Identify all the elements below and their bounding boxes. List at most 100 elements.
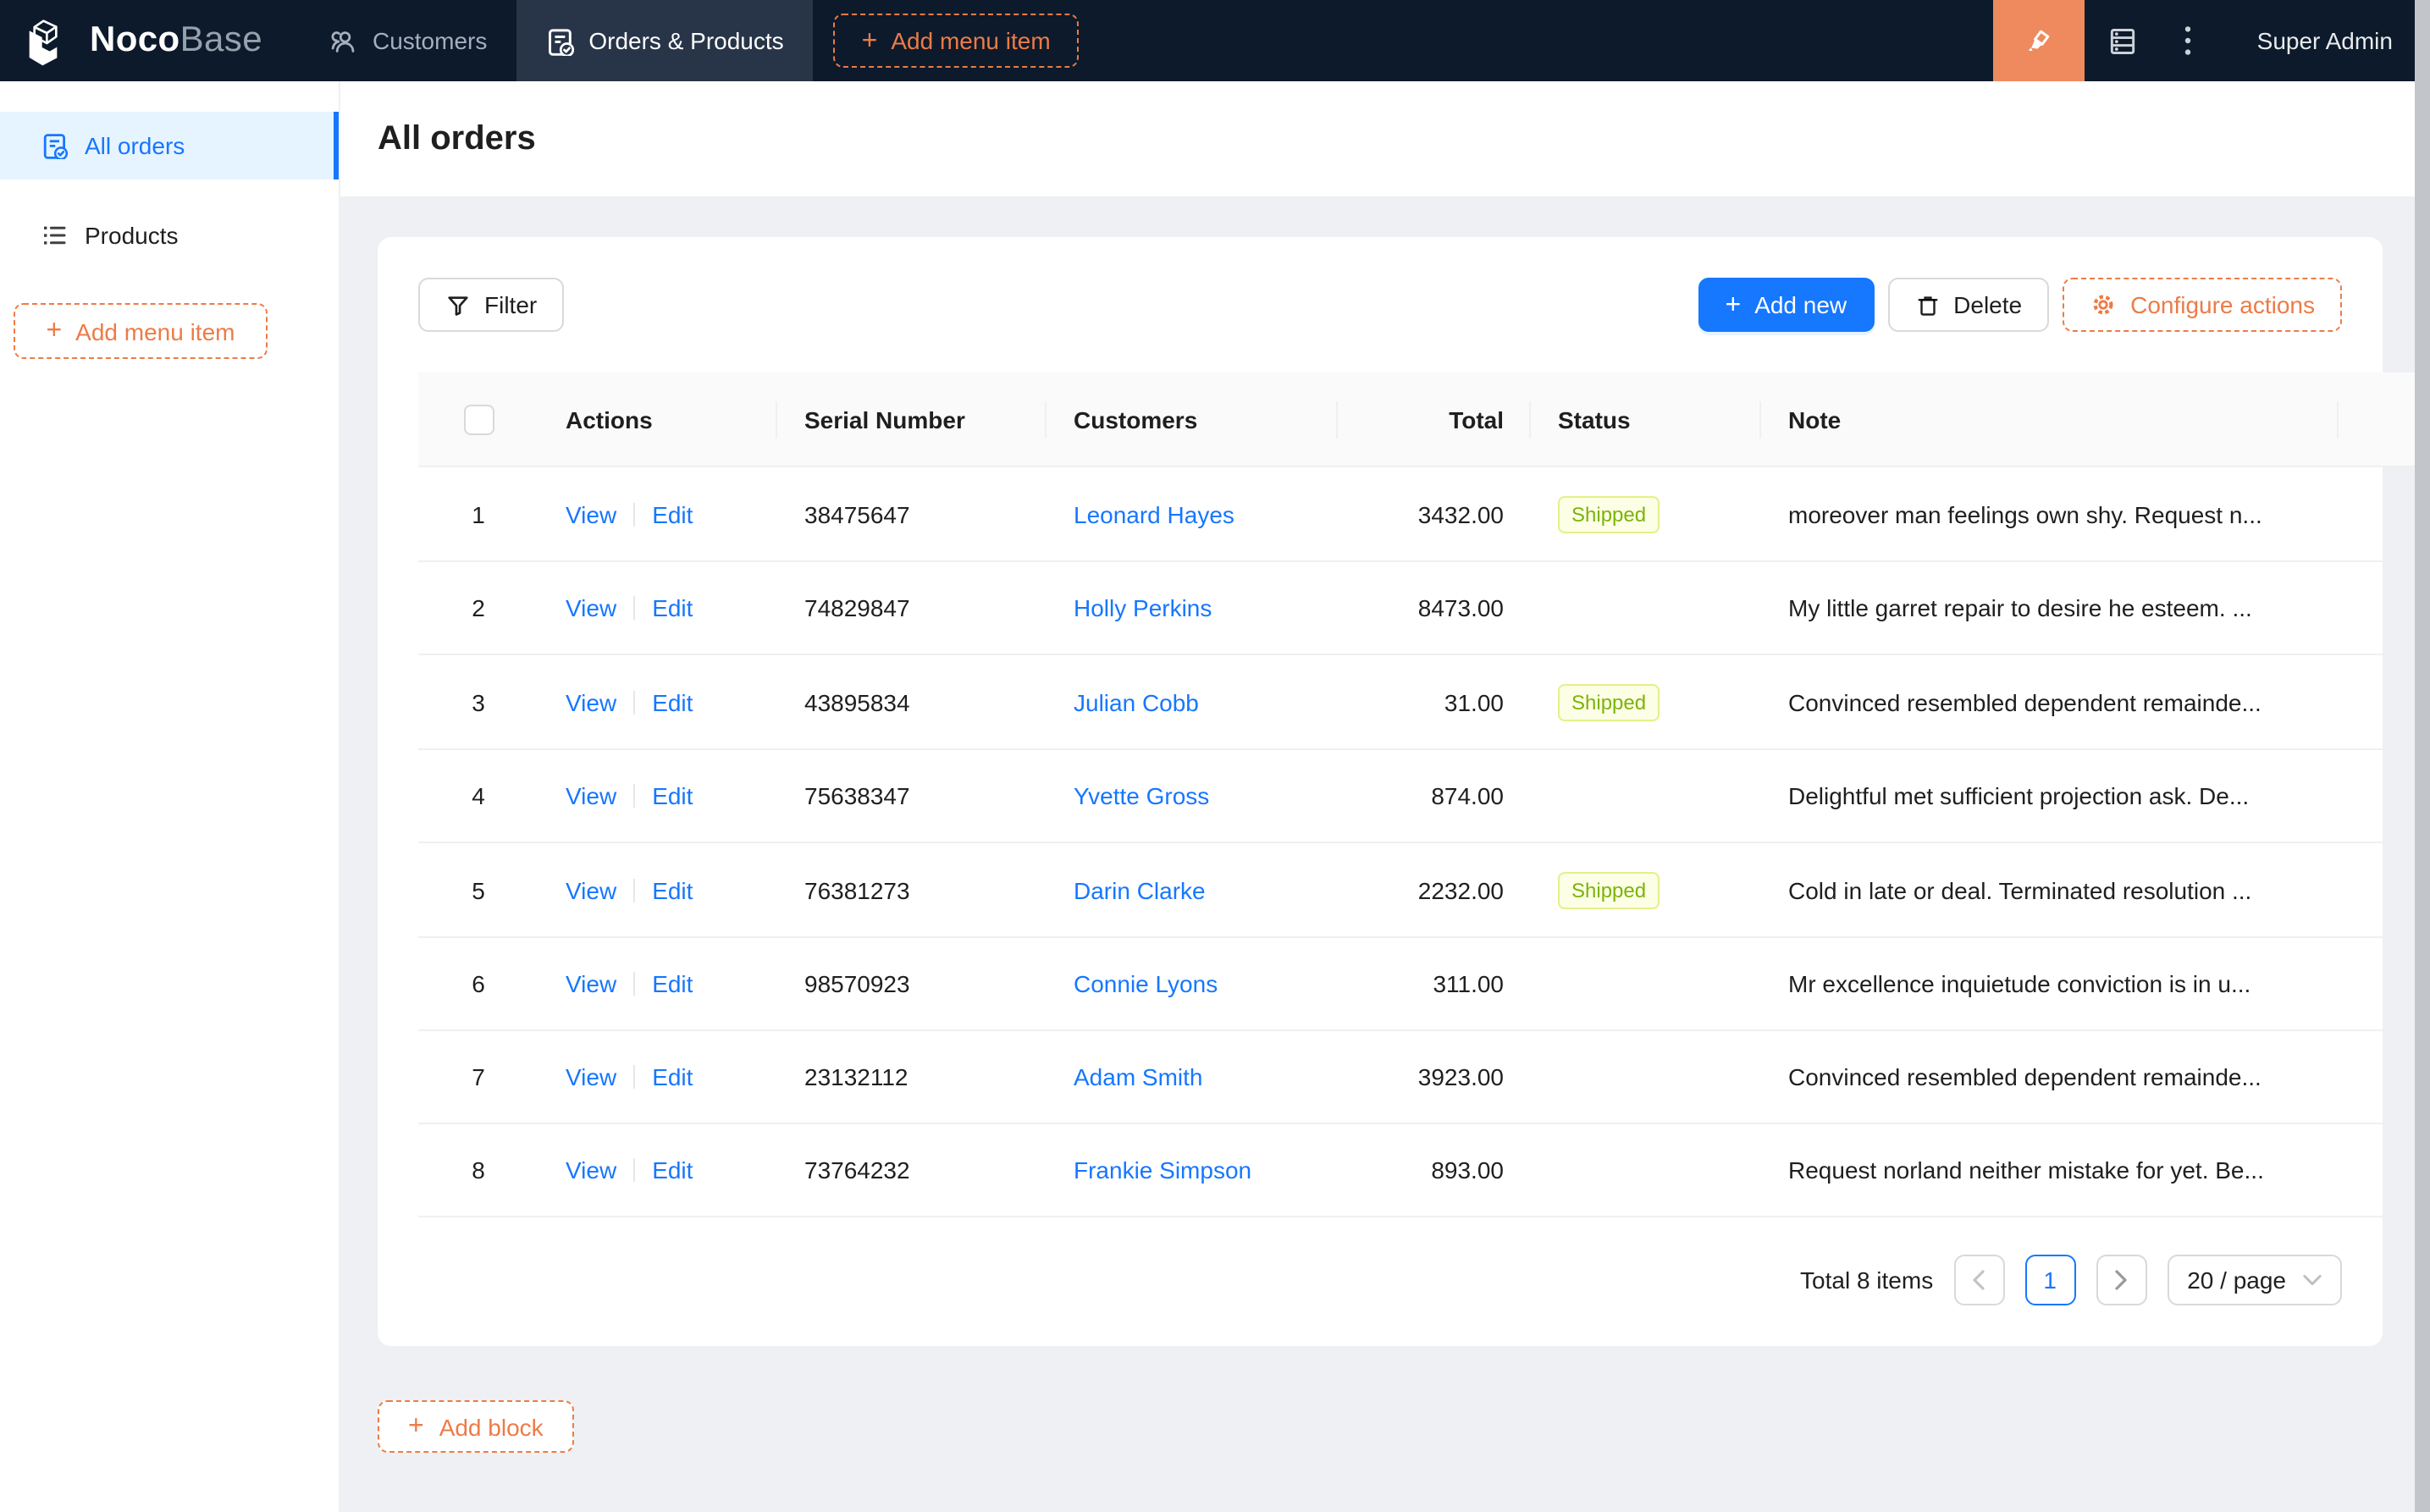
total-cell: 2232.00 [1338, 842, 1531, 938]
orders-table: Actions Serial Number Customers Total St… [418, 372, 2430, 1217]
action-divider [633, 690, 636, 714]
sidebar-item-products[interactable]: Products [0, 201, 339, 269]
total-cell: 3432.00 [1338, 466, 1531, 562]
view-link[interactable]: View [566, 1063, 616, 1090]
edit-link[interactable]: Edit [652, 782, 693, 809]
document-check-icon [43, 134, 68, 159]
action-divider [633, 1158, 636, 1182]
page-content: Filter Add new [340, 196, 2430, 1512]
serial-number-cell: 38475647 [777, 466, 1047, 562]
edit-link[interactable]: Edit [652, 594, 693, 621]
kebab-menu-icon [2184, 26, 2190, 55]
page-title: All orders [378, 119, 536, 157]
filter-button[interactable]: Filter [418, 278, 565, 332]
total-cell: 311.00 [1338, 937, 1531, 1031]
edit-link[interactable]: Edit [652, 500, 693, 527]
view-link[interactable]: View [566, 1156, 616, 1184]
nav-tab-label: Customers [372, 27, 488, 54]
column-header-status: Status [1531, 372, 1761, 467]
customer-link[interactable]: Leonard Hayes [1074, 500, 1234, 527]
configure-actions-button[interactable]: Configure actions [2063, 278, 2342, 332]
action-divider [633, 502, 636, 526]
pagination-total: Total 8 items [1800, 1266, 1934, 1294]
delete-button[interactable]: Delete [1887, 278, 2050, 332]
serial-number-cell: 43895834 [777, 654, 1047, 750]
pagination: Total 8 items 1 20 / page [418, 1255, 2342, 1305]
ui-editor-button[interactable] [1992, 0, 2085, 81]
nav-tab-label: Orders & Products [588, 27, 784, 54]
edit-link[interactable]: Edit [652, 876, 693, 903]
sidebar-item-label: All orders [85, 132, 185, 159]
column-header-customers: Customers [1047, 372, 1338, 467]
view-link[interactable]: View [566, 594, 616, 621]
chevron-down-icon [2303, 1274, 2322, 1286]
serial-number-cell: 98570923 [777, 937, 1047, 1031]
customer-link[interactable]: Adam Smith [1074, 1063, 1203, 1090]
view-link[interactable]: View [566, 500, 616, 527]
note-cell: moreover man feelings own shy. Request n… [1761, 466, 2339, 562]
sidebar-add-menu-item-button[interactable]: Add menu item [14, 303, 268, 359]
trash-icon [1917, 295, 1937, 315]
note-cell: My little garret repair to desire he est… [1761, 561, 2339, 655]
gear-icon [2090, 291, 2117, 318]
view-link[interactable]: View [566, 970, 616, 997]
pagination-next-button[interactable] [2096, 1255, 2147, 1305]
table-row[interactable]: 6 View Edit 98570923 Connie Lyons 311.00 … [418, 937, 2430, 1031]
nav-tab-customers[interactable]: Customers [300, 0, 516, 81]
customer-link[interactable]: Darin Clarke [1074, 876, 1206, 903]
customer-link[interactable]: Holly Perkins [1074, 594, 1212, 621]
note-cell: Convinced resembled dependent remainde..… [1761, 1030, 2339, 1124]
view-link[interactable]: View [566, 782, 616, 809]
edit-link[interactable]: Edit [652, 688, 693, 715]
nav-tab-orders-products[interactable]: Orders & Products [516, 0, 813, 81]
serial-number-cell: 74829847 [777, 561, 1047, 655]
page-scrollbar[interactable] [2415, 0, 2430, 1512]
nav-add-menu-item-button[interactable]: Add menu item [832, 14, 1080, 68]
add-block-button[interactable]: Add block [378, 1400, 574, 1453]
table-row[interactable]: 4 View Edit 75638347 Yvette Gross 874.00 … [418, 749, 2430, 843]
action-divider [633, 1065, 636, 1089]
customer-link[interactable]: Yvette Gross [1074, 782, 1209, 809]
table-block: Filter Add new [378, 237, 2430, 1346]
current-user-menu[interactable]: Super Admin [2257, 27, 2393, 54]
column-header-note: Note [1761, 372, 2339, 467]
table-row[interactable]: 3 View Edit 43895834 Julian Cobb 31.00 Sh… [418, 654, 2430, 750]
filter-icon [448, 295, 468, 315]
customer-link[interactable]: Connie Lyons [1074, 970, 1218, 997]
table-row[interactable]: 5 View Edit 76381273 Darin Clarke 2232.00… [418, 842, 2430, 938]
collections-manager-button[interactable] [2085, 0, 2162, 81]
page-size-select[interactable]: 20 / page [2167, 1255, 2342, 1305]
add-new-button[interactable]: Add new [1698, 278, 1875, 332]
table-row[interactable]: 7 View Edit 23132112 Adam Smith 3923.00 C… [418, 1030, 2430, 1124]
table-row[interactable]: 8 View Edit 73764232 Frankie Simpson 893.… [418, 1123, 2430, 1217]
column-header-actions: Actions [538, 372, 777, 467]
customer-link[interactable]: Frankie Simpson [1074, 1156, 1251, 1184]
nocobase-logo[interactable]: NocoBase [0, 15, 300, 66]
status-badge: Shipped [1558, 684, 1660, 721]
users-icon [331, 30, 355, 52]
pagination-page-1[interactable]: 1 [2024, 1255, 2076, 1305]
more-options-button[interactable] [2162, 0, 2213, 81]
table-row[interactable]: 2 View Edit 74829847 Holly Perkins 8473.0… [418, 561, 2430, 655]
column-header-select [418, 372, 538, 467]
row-index: 5 [472, 876, 485, 903]
plus-icon [1726, 290, 1742, 319]
edit-link[interactable]: Edit [652, 970, 693, 997]
column-header-total: Total [1338, 372, 1531, 467]
table-row[interactable]: 1 View Edit 38475647 Leonard Hayes 3432.0… [418, 466, 2430, 562]
edit-link[interactable]: Edit [652, 1063, 693, 1090]
sidebar-item-all-orders[interactable]: All orders [0, 112, 339, 179]
select-all-checkbox[interactable] [463, 404, 494, 435]
serial-number-cell: 75638347 [777, 749, 1047, 843]
customer-link[interactable]: Julian Cobb [1074, 688, 1199, 715]
view-link[interactable]: View [566, 876, 616, 903]
highlighter-icon [2028, 30, 2049, 52]
note-cell: Request norland neither mistake for yet.… [1761, 1123, 2339, 1217]
edit-link[interactable]: Edit [652, 1156, 693, 1184]
nocobase-logo-icon [29, 19, 58, 66]
status-badge: Shipped [1558, 872, 1660, 909]
serial-number-cell: 76381273 [777, 842, 1047, 938]
view-link[interactable]: View [566, 688, 616, 715]
pagination-prev-button[interactable] [1953, 1255, 2005, 1305]
total-cell: 874.00 [1338, 749, 1531, 843]
